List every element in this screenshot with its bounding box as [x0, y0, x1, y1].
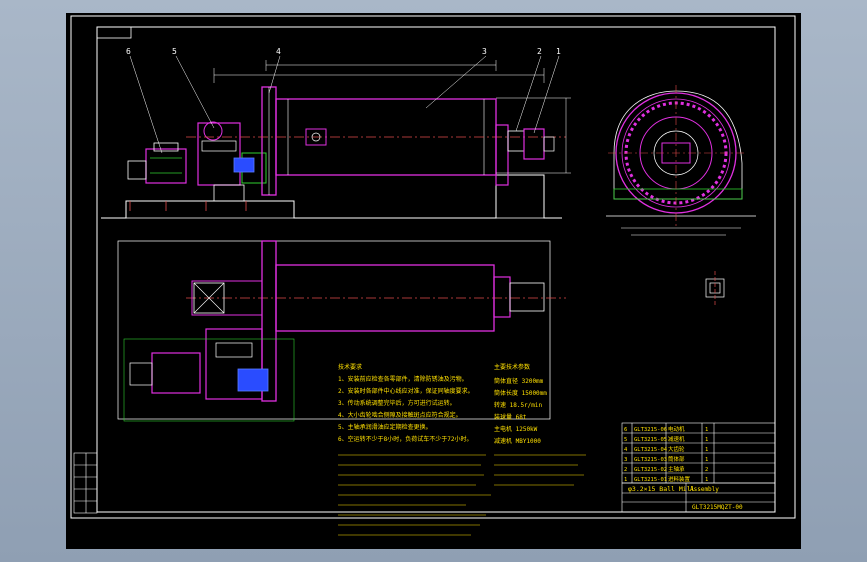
callout-2: 2	[537, 47, 542, 56]
parts-row-qty: 1	[705, 427, 708, 433]
gear-guard	[613, 90, 743, 200]
callout-1: 1	[556, 47, 561, 56]
callout-5: 5	[172, 47, 177, 56]
detail-view	[705, 271, 725, 305]
parts-row-no: 1	[624, 477, 627, 483]
feed-device	[523, 128, 545, 160]
notes-line: 3、传动系统调整完毕后，方可进行试运转。	[338, 399, 456, 407]
specs-line: 主电机 1250kW	[494, 425, 538, 433]
plan-motor	[151, 352, 201, 394]
parts-row-no: 3	[624, 457, 627, 463]
notes-line: 1、安装前应检查各零部件，清除防锈油及污物。	[338, 375, 468, 383]
parts-row-name: 大齿轮	[668, 445, 685, 453]
notes-line: 4、大小齿轮啮合侧隙及接触斑点应符合规定。	[338, 411, 462, 419]
title-block: φ3.2×15 Ball Mill Assembly GLT3215MQZT-0…	[621, 482, 776, 513]
part-callouts: 6 5 4 3 2 1	[126, 47, 561, 56]
specs-line: 装球量 68t	[494, 413, 527, 421]
parts-row-code: GLT3215-06	[634, 427, 667, 433]
parts-row-qty: 1	[705, 457, 708, 463]
drawing-title: φ3.2×15 Ball Mill	[628, 485, 695, 493]
parts-row-qty: 1	[705, 477, 708, 483]
discharge-bearing	[495, 124, 509, 186]
parts-row-no: 5	[624, 437, 627, 443]
parts-row-qty: 1	[705, 447, 708, 453]
corner-box	[96, 26, 132, 39]
callout-6: 6	[126, 47, 131, 56]
specs-line: 减速机 MBY1000	[494, 437, 541, 445]
specs-line: 筒体直径 3200mm	[494, 377, 544, 385]
parts-row-name: 主轴承	[668, 465, 685, 473]
drawing-number: GLT3215MQZT-00	[692, 504, 743, 511]
notes-line: 2、安装时各部件中心线应对准，保证同轴度要求。	[338, 387, 474, 395]
parts-row-name: 减速机	[668, 435, 685, 443]
parts-row-code: GLT3215-04	[634, 447, 668, 453]
parts-row-name: 进料装置	[668, 475, 691, 483]
parts-row-qty: 1	[705, 437, 708, 443]
specs-heading: 主要技术参数	[494, 363, 530, 371]
cad-viewport[interactable]: 6 5 4 3 2 1 技术要求 1、安装前应检查各零部件，清除防锈油及污物。 …	[0, 0, 867, 562]
specs-line: 筒体长度 15000mm	[494, 389, 547, 397]
parts-row-code: GLT3215-03	[634, 457, 667, 463]
parts-row-code: GLT3215-01	[634, 477, 667, 483]
plan-feed-end	[493, 276, 511, 318]
callout-3: 3	[482, 47, 487, 56]
parts-table: 6 GLT3215-06 电动机 1 5 GLT3215-05 减速机 1 4 …	[621, 422, 776, 484]
callout-leaders	[129, 55, 560, 154]
side-section-view	[606, 85, 756, 236]
parts-row-name: 电动机	[668, 425, 685, 433]
project-label: Assembly	[690, 486, 719, 493]
revision-table	[73, 452, 98, 514]
plan-frame	[117, 240, 551, 420]
drawing-sheet: 6 5 4 3 2 1 技术要求 1、安装前应检查各零部件，清除防锈油及污物。 …	[66, 13, 801, 549]
motor-body	[145, 148, 187, 184]
parts-row-no: 6	[624, 427, 627, 433]
elevation-view	[101, 55, 571, 219]
drawing-canvas: 6 5 4 3 2 1 技术要求 1、安装前应检查各零部件，清除防锈油及污物。 …	[70, 15, 796, 536]
parts-row-name: 筒体部	[668, 455, 685, 463]
notes-line: 5、主轴承润滑油应定期检查更换。	[338, 423, 432, 431]
specifications: 主要技术参数 筒体直径 3200mm 筒体长度 15000mm 转速 18.5r…	[494, 363, 586, 486]
notes-heading: 技术要求	[338, 363, 362, 371]
callout-4: 4	[276, 47, 281, 56]
foundation-outline	[101, 174, 562, 219]
parts-row-no: 2	[624, 467, 627, 473]
parts-row-no: 4	[624, 447, 628, 453]
specs-line: 转速 18.5r/min	[494, 401, 543, 409]
notes-line: 6、空运转不少于8小时，负荷试车不少于72小时。	[338, 435, 472, 443]
technical-notes: 技术要求 1、安装前应检查各零部件，清除防锈油及污物。 2、安装时各部件中心线应…	[338, 363, 491, 536]
parts-row-qty: 2	[705, 467, 708, 473]
parts-row-code: GLT3215-02	[634, 467, 667, 473]
parts-row-code: GLT3215-05	[634, 437, 667, 443]
foundation-hatch	[129, 201, 247, 211]
